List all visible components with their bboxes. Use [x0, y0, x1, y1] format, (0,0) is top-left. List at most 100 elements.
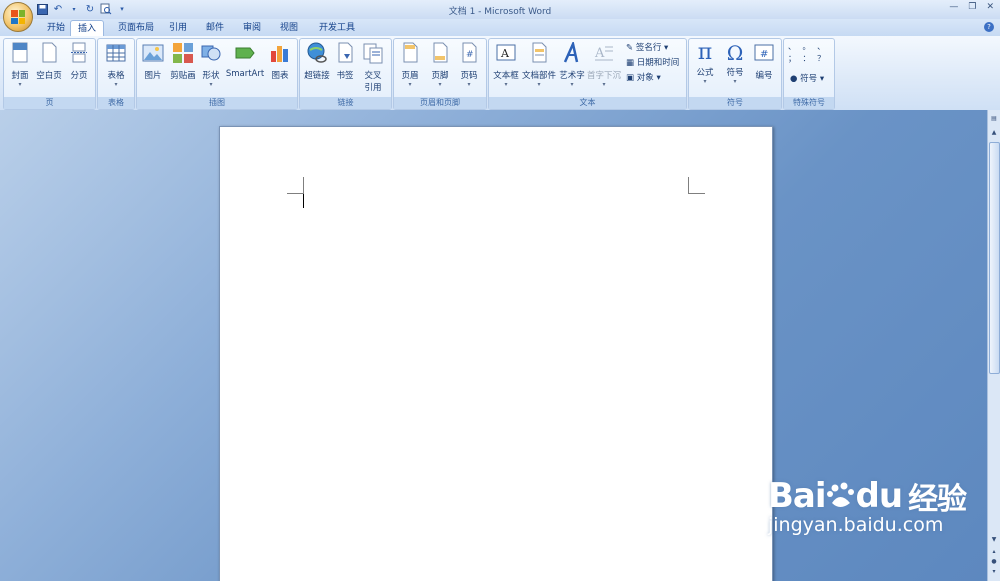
window-title: 文档 1 - Microsoft Word: [448, 7, 552, 17]
tab-review[interactable]: 审阅: [235, 20, 269, 36]
margin-corner-right: [688, 177, 705, 194]
wordart-button[interactable]: 艺术字 ▾: [558, 40, 586, 89]
help-icon[interactable]: ?: [984, 22, 994, 32]
group-label-special-symbols: 特殊符号: [784, 97, 834, 109]
scroll-thumb[interactable]: [989, 142, 1000, 374]
header-button[interactable]: 页眉 ▾: [397, 42, 423, 89]
tab-view[interactable]: 视图: [272, 20, 306, 36]
hyperlink-icon: [307, 42, 327, 63]
blank-page-button[interactable]: 空白页: [34, 42, 64, 81]
cross-reference-label-line1: 交叉: [364, 71, 382, 81]
chevron-down-icon: ▾: [570, 81, 574, 88]
ruler-toggle-icon[interactable]: ▤: [989, 114, 999, 124]
group-label-header-footer: 页眉和页脚: [394, 97, 486, 109]
table-label: 表格: [107, 71, 125, 81]
office-logo-icon: [11, 10, 25, 24]
watermark-brand-suffix: du: [855, 476, 904, 516]
vertical-scrollbar[interactable]: ▤ ▲ ▼ ▴ ● ▾: [987, 110, 1000, 581]
chart-button[interactable]: 图表: [267, 42, 293, 81]
close-icon[interactable]: ✕: [986, 2, 994, 12]
clip-art-label: 剪贴画: [170, 71, 196, 81]
smartart-icon: [235, 47, 255, 59]
margin-corner-left: [287, 177, 304, 194]
omega-icon: Ω: [726, 41, 744, 65]
page-number-icon: #: [462, 42, 477, 63]
svg-text:A: A: [594, 46, 605, 61]
shapes-label: 形状: [202, 71, 220, 81]
object-label: 对象: [636, 73, 654, 83]
group-text: A 文本框 ▾ 文档部件 ▾ 艺术字 ▾ A 首字下沉 ▾ ✎ 签名行 ▾ ▦ …: [488, 38, 687, 110]
object-button[interactable]: ▣ 对象 ▾: [626, 72, 661, 85]
signature-line-label: 签名行: [635, 43, 662, 53]
hyperlink-button[interactable]: 超链接: [302, 42, 332, 81]
picture-label: 图片: [144, 71, 162, 81]
signature-line-icon: ✎: [626, 43, 634, 53]
baidu-jingyan-watermark: Bai du 经验 jingyan.baidu.com: [768, 474, 967, 536]
cross-reference-button[interactable]: 交叉 引用: [360, 42, 386, 93]
smartart-button[interactable]: SmartArt: [225, 42, 265, 79]
cover-page-button[interactable]: 封面 ▾: [7, 42, 33, 89]
chevron-down-icon: ▾: [537, 81, 541, 88]
blank-page-label: 空白页: [36, 71, 62, 81]
scroll-down-icon[interactable]: ▼: [989, 535, 999, 545]
picture-icon: [142, 44, 164, 62]
tab-mailings[interactable]: 邮件: [198, 20, 232, 36]
group-illustrations: 图片 剪贴画 形状 ▾ SmartArt 图表 插图: [136, 38, 298, 110]
drop-cap-button[interactable]: A 首字下沉 ▾: [586, 42, 622, 89]
shapes-button[interactable]: 形状 ▾: [199, 42, 223, 89]
group-tables: 表格 ▾ 表格: [97, 38, 135, 110]
minimize-icon[interactable]: —: [949, 2, 958, 12]
clip-art-button[interactable]: 剪贴画: [168, 42, 198, 81]
text-box-button[interactable]: A 文本框 ▾: [491, 42, 521, 89]
text-cursor: [303, 194, 304, 208]
numbering-icon: #: [754, 44, 774, 61]
shapes-icon: [201, 45, 221, 61]
drop-cap-icon: A: [594, 46, 613, 61]
tab-references[interactable]: 引用: [161, 20, 195, 36]
scroll-up-icon[interactable]: ▲: [989, 128, 999, 138]
tab-page-layout[interactable]: 页面布局: [108, 20, 164, 36]
cross-reference-icon: [363, 43, 383, 64]
tab-developer[interactable]: 开发工具: [309, 20, 365, 36]
special-symbol-button[interactable]: ● 符号 ▾: [790, 73, 824, 86]
blank-page-icon: [42, 42, 57, 63]
group-label-illustrations: 插图: [137, 97, 297, 109]
symbol-button[interactable]: Ω 符号 ▾: [722, 42, 748, 86]
svg-text:A: A: [500, 47, 510, 60]
chevron-down-icon: ▾: [467, 81, 471, 88]
footer-icon: [433, 42, 448, 63]
special-symbol-label: 符号: [800, 74, 818, 84]
watermark-brand: Bai: [768, 476, 827, 516]
footer-button[interactable]: 页脚 ▾: [427, 42, 453, 89]
group-label-pages: 页: [4, 97, 95, 109]
bookmark-icon: [338, 42, 353, 63]
document-page[interactable]: [219, 126, 773, 581]
chevron-down-icon: ▾: [504, 81, 508, 88]
numbering-button[interactable]: # 编号: [751, 42, 777, 81]
picture-button[interactable]: 图片: [140, 42, 166, 81]
text-box-icon: A: [496, 44, 516, 61]
pi-icon: π: [697, 40, 713, 65]
browse-object-icon[interactable]: ●: [989, 557, 999, 567]
numbering-label: 编号: [755, 71, 773, 81]
previous-page-icon[interactable]: ▴: [989, 547, 999, 557]
equation-label: 公式: [696, 68, 714, 78]
restore-icon[interactable]: ❐: [968, 2, 976, 12]
tab-insert[interactable]: 插入: [70, 20, 104, 37]
page-number-button[interactable]: # 页码 ▾: [456, 42, 482, 89]
cover-page-label: 封面: [11, 71, 29, 81]
office-button[interactable]: [3, 2, 33, 32]
bookmark-button[interactable]: 书签: [334, 42, 356, 81]
next-page-icon[interactable]: ▾: [989, 567, 999, 577]
signature-line-button[interactable]: ✎ 签名行 ▾: [626, 42, 668, 55]
text-box-label: 文本框: [493, 71, 519, 81]
date-time-button[interactable]: ▦ 日期和时间: [626, 57, 679, 70]
chevron-down-icon: ▾: [602, 81, 606, 88]
page-break-button[interactable]: 分页: [66, 42, 92, 81]
cross-reference-label-line2: 引用: [364, 83, 382, 93]
quick-parts-icon: [532, 42, 547, 63]
table-button[interactable]: 表格 ▾: [101, 42, 131, 89]
quick-parts-button[interactable]: 文档部件 ▾: [521, 42, 557, 89]
equation-button[interactable]: π 公式 ▾: [692, 42, 718, 86]
special-symbol-gallery[interactable]: 、 。 、 ； ： ？: [788, 41, 830, 63]
